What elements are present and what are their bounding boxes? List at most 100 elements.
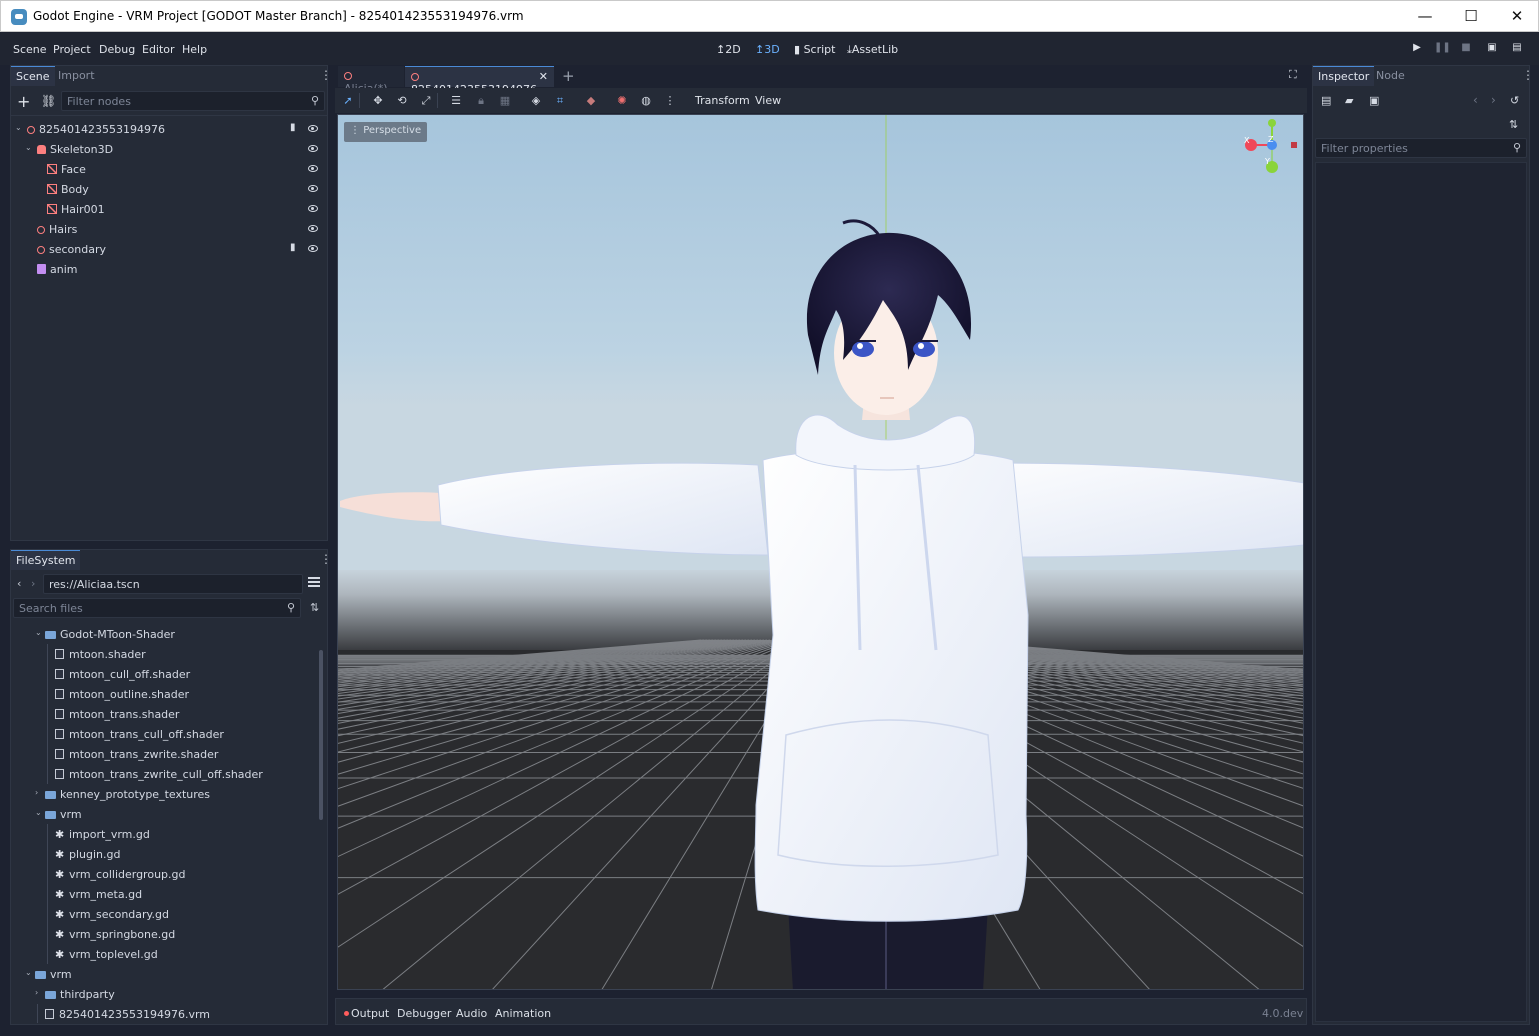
menu-scene[interactable]: Scene — [13, 43, 47, 56]
history-icon[interactable]: ↺ — [1510, 94, 1519, 107]
visibility-eye-icon[interactable] — [308, 165, 318, 172]
file-row[interactable]: › thirdparty — [11, 984, 317, 1004]
file-row[interactable]: 825401423553194976.vrm — [11, 1004, 317, 1023]
visibility-eye-icon[interactable] — [308, 125, 318, 132]
tab-scene[interactable]: Scene — [11, 66, 55, 86]
file-row[interactable]: ✱ vrm_toplevel.gd — [11, 944, 317, 964]
group-icon[interactable]: ▦ — [498, 94, 512, 108]
filter-nodes-input[interactable]: Filter nodes ⚲ — [61, 91, 325, 111]
tab-debugger[interactable]: Debugger — [397, 1007, 451, 1020]
stop-icon[interactable]: ■ — [1458, 42, 1474, 56]
file-row[interactable]: mtoon_trans.shader — [11, 704, 317, 724]
file-row[interactable]: ⌄ vrm — [11, 964, 317, 984]
add-node-icon[interactable]: + — [17, 92, 30, 111]
chevron-down-icon[interactable]: ⌄ — [35, 808, 44, 817]
menu-debug[interactable]: Debug — [99, 43, 135, 56]
scene-node-row[interactable]: Body — [11, 179, 327, 199]
minimize-button[interactable]: — — [1402, 1, 1448, 32]
back-icon[interactable]: ‹ — [17, 577, 21, 590]
file-row[interactable]: › kenney_prototype_textures — [11, 784, 317, 804]
chevron-right-icon[interactable]: › — [35, 788, 44, 797]
environment-icon[interactable]: ◍ — [639, 94, 653, 108]
play-icon[interactable]: ▶ — [1409, 42, 1425, 56]
tab-output[interactable]: Output — [344, 1007, 389, 1020]
sun-icon[interactable]: ✺ — [615, 94, 629, 108]
file-row[interactable]: mtoon_trans_zwrite.shader — [11, 744, 317, 764]
open-folder-icon[interactable]: ▰ — [1345, 94, 1353, 107]
tab-import[interactable]: Import — [53, 66, 100, 86]
close-tab-icon[interactable]: ✕ — [539, 70, 548, 83]
lock-icon[interactable]: 🔒︎ — [474, 94, 488, 108]
visibility-eye-icon[interactable] — [308, 145, 318, 152]
file-row[interactable]: mtoon_cull_off.shader — [11, 664, 317, 684]
file-row[interactable]: mtoon_trans_cull_off.shader — [11, 724, 317, 744]
camera-icon[interactable]: ◆ — [584, 94, 598, 108]
mode-2d-button[interactable]: ↥2D — [716, 43, 741, 56]
file-row[interactable]: mtoon_trans_zwrite_cull_off.shader — [11, 764, 317, 784]
history-forward-icon[interactable]: › — [1491, 93, 1496, 107]
scene-node-row[interactable]: Hair001 — [11, 199, 327, 219]
play-scene-icon[interactable]: ▣ — [1484, 42, 1500, 56]
property-sort-icon[interactable]: ⇅ — [1509, 118, 1518, 131]
scene-node-row[interactable]: Face — [11, 159, 327, 179]
save-icon[interactable]: ▣ — [1369, 94, 1379, 107]
chevron-down-icon[interactable]: ⌄ — [35, 628, 44, 637]
history-back-icon[interactable]: ‹ — [1473, 93, 1478, 107]
tab-825401423553194976[interactable]: 825401423553194976✕ — [405, 66, 554, 96]
forward-icon[interactable]: › — [31, 577, 35, 590]
rotate-tool-icon[interactable]: ⟲ — [395, 94, 409, 108]
more-options-icon[interactable]: ⋮ — [663, 94, 677, 108]
list-select-icon[interactable]: ☰ — [449, 94, 463, 108]
tab-inspector[interactable]: Inspector — [1313, 66, 1375, 86]
script-icon[interactable]: ▮ — [290, 243, 300, 253]
file-row[interactable]: mtoon.shader — [11, 644, 317, 664]
chevron-down-icon[interactable]: ⌄ — [25, 143, 34, 152]
script-icon[interactable]: ▮ — [290, 123, 300, 133]
play-custom-scene-icon[interactable]: ▤ — [1509, 42, 1525, 56]
file-row[interactable]: ⌄ Godot-MToon-Shader — [11, 624, 317, 644]
link-icon[interactable]: ⛓ — [41, 94, 56, 108]
menu-project[interactable]: Project — [53, 43, 91, 56]
scene-node-row[interactable]: anim — [11, 259, 327, 279]
file-row[interactable]: ✱ import_vrm.gd — [11, 824, 317, 844]
perspective-button[interactable]: ⋮ Perspective — [344, 122, 428, 142]
scene-node-row[interactable]: ⌄ 825401423553194976 ▮ — [11, 119, 327, 139]
maximize-button[interactable]: ☐ — [1448, 1, 1494, 32]
snap-icon[interactable]: ⌗ — [553, 94, 567, 108]
mode-script-button[interactable]: ▮ Script — [794, 43, 835, 56]
scene-node-row[interactable]: secondary ▮ — [11, 239, 327, 259]
visibility-eye-icon[interactable] — [308, 245, 318, 252]
select-tool-icon[interactable]: ➚ — [341, 94, 355, 108]
tab-audio[interactable]: Audio — [456, 1007, 487, 1020]
tab-node[interactable]: Node — [1371, 66, 1410, 86]
scene-node-row[interactable]: Hairs — [11, 219, 327, 239]
new-scene-tab-icon[interactable]: + — [562, 67, 575, 85]
file-row[interactable]: ✱ vrm_collidergroup.gd — [11, 864, 317, 884]
visibility-eye-icon[interactable] — [308, 185, 318, 192]
search-files-input[interactable]: Search files ⚲ — [13, 598, 301, 618]
move-tool-icon[interactable]: ✥ — [371, 94, 385, 108]
visibility-eye-icon[interactable] — [308, 205, 318, 212]
menu-help[interactable]: Help — [182, 43, 207, 56]
inspector-menu-icon[interactable]: ⋮ — [1522, 69, 1534, 81]
file-row[interactable]: ✱ plugin.gd — [11, 844, 317, 864]
chevron-down-icon[interactable]: ⌄ — [25, 968, 34, 977]
file-row[interactable]: ✱ vrm_springbone.gd — [11, 924, 317, 944]
tab-alicia[interactable]: Alicia(*) — [338, 66, 404, 95]
file-row[interactable]: ⌄ vrm — [11, 804, 317, 824]
close-window-button[interactable]: ✕ — [1494, 1, 1539, 32]
chevron-down-icon[interactable]: ⌄ — [15, 123, 24, 132]
new-resource-icon[interactable]: ▤ — [1321, 94, 1331, 107]
toggle-split-icon[interactable] — [308, 577, 320, 589]
tab-filesystem[interactable]: FileSystem — [11, 550, 81, 570]
mode-assetlib-button[interactable]: ⤓AssetLib — [847, 43, 898, 57]
visibility-eye-icon[interactable] — [308, 225, 318, 232]
filter-properties-input[interactable]: Filter properties ⚲ — [1315, 138, 1527, 158]
transform-menu[interactable]: Transform — [695, 94, 750, 107]
filesystem-scrollbar[interactable] — [319, 650, 323, 820]
file-row[interactable]: mtoon_outline.shader — [11, 684, 317, 704]
file-row[interactable]: ✱ vrm_meta.gd — [11, 884, 317, 904]
local-space-icon[interactable]: ◈ — [529, 94, 543, 108]
scene-dock-menu-icon[interactable]: ⋮ — [320, 69, 332, 81]
path-field[interactable]: res://Aliciaa.tscn — [43, 574, 303, 594]
